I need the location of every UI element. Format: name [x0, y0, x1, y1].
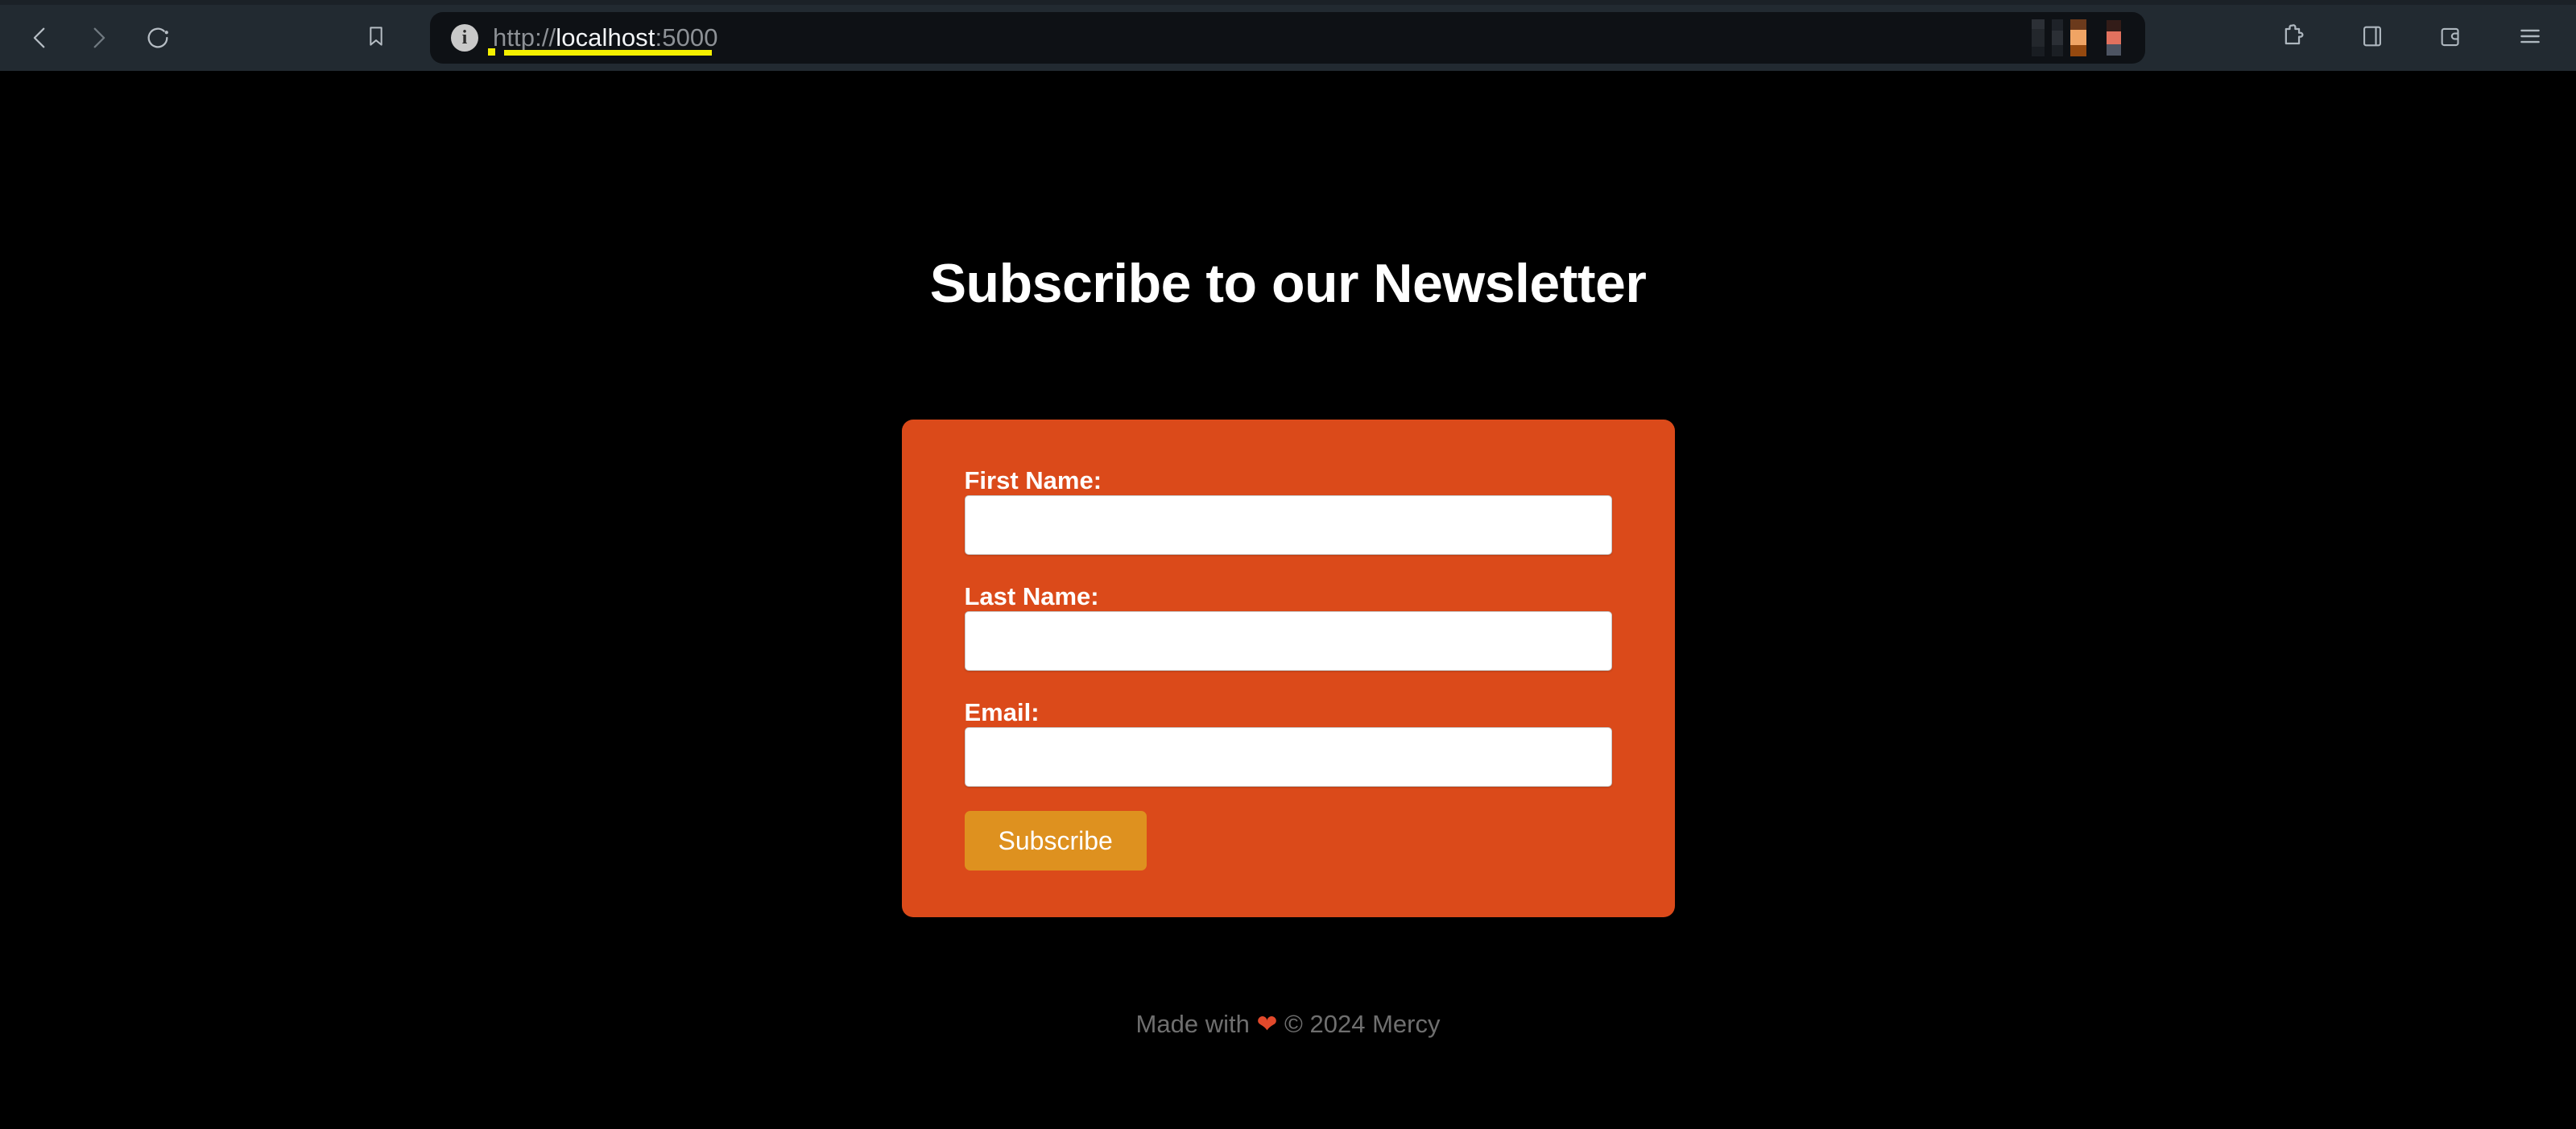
email-input[interactable]	[964, 727, 1612, 787]
toolbar-actions	[2268, 13, 2555, 63]
chevron-right-icon	[85, 24, 112, 52]
bookmark-icon	[363, 23, 389, 53]
subscribe-button[interactable]: Subscribe	[964, 811, 1147, 871]
address-bar-thumbnails	[2032, 19, 2121, 56]
thumb-cell	[2070, 19, 2086, 30]
url-scheme: http://	[493, 23, 556, 52]
thumb-cell	[2107, 31, 2121, 44]
back-button[interactable]	[11, 13, 69, 63]
browser-chrome: http://localhost:5000	[0, 0, 2576, 71]
thumb-cell	[2052, 45, 2063, 56]
url-text-wrap[interactable]: http://localhost:5000	[488, 12, 718, 64]
wallet-icon	[2437, 23, 2465, 54]
extensions-button[interactable]	[2268, 13, 2318, 63]
url-highlight-underline	[504, 50, 712, 56]
panel-icon	[2359, 23, 2386, 54]
thumbnail-block-3	[2070, 19, 2086, 56]
page-footer: Made with ❤ © 2024 Mercy	[0, 917, 2576, 1039]
browser-toolbar: http://localhost:5000	[0, 5, 2576, 71]
url-text: http://localhost:5000	[493, 23, 718, 52]
thumb-cell	[2032, 19, 2045, 29]
thumb-cell	[2107, 20, 2121, 31]
bookmark-button[interactable]	[351, 13, 401, 63]
thumb-cell	[2032, 29, 2045, 47]
site-info-icon[interactable]	[451, 24, 478, 52]
thumb-cell	[2107, 44, 2121, 56]
first-name-input[interactable]	[964, 495, 1612, 555]
url-host: localhost	[556, 23, 655, 52]
chevron-left-icon	[27, 24, 54, 52]
address-bar[interactable]: http://localhost:5000	[430, 12, 2145, 64]
footer-suffix: © 2024 Mercy	[1277, 1010, 1441, 1038]
email-label: Email:	[964, 698, 1040, 726]
thumb-cell	[2070, 45, 2086, 56]
last-name-input[interactable]	[964, 611, 1612, 671]
reload-icon	[144, 24, 172, 52]
first-name-label: First Name:	[964, 466, 1102, 494]
browser-menu-button[interactable]	[2505, 13, 2555, 63]
hamburger-menu-icon	[2516, 23, 2544, 54]
thumb-cell	[2070, 30, 2086, 45]
forward-button[interactable]	[69, 13, 127, 63]
wallet-button[interactable]	[2426, 13, 2476, 63]
field-group-last-name: Last Name:	[964, 582, 1612, 671]
split-view-button[interactable]	[2347, 13, 2397, 63]
url-caret-marker	[488, 48, 495, 56]
thumbnail-block-2	[2052, 19, 2063, 56]
puzzle-icon	[2279, 22, 2308, 55]
heart-icon: ❤	[1256, 1010, 1278, 1038]
field-group-first-name: First Name:	[964, 466, 1612, 555]
page-title: Subscribe to our Newsletter	[929, 253, 1647, 314]
newsletter-form-card: First Name: Last Name: Email: Subscribe	[901, 420, 1675, 917]
footer-prefix: Made with	[1135, 1010, 1257, 1038]
thumb-cell	[2052, 31, 2063, 45]
thumb-cell	[2052, 19, 2063, 31]
thumbnail-block-4	[2107, 20, 2121, 56]
last-name-label: Last Name:	[964, 582, 1099, 610]
page-viewport: Subscribe to our Newsletter First Name: …	[0, 71, 2576, 1129]
thumbnail-block-1	[2032, 19, 2045, 56]
url-port: :5000	[655, 23, 718, 52]
thumb-cell	[2032, 47, 2045, 56]
reload-button[interactable]	[129, 13, 187, 63]
field-group-email: Email:	[964, 698, 1612, 787]
